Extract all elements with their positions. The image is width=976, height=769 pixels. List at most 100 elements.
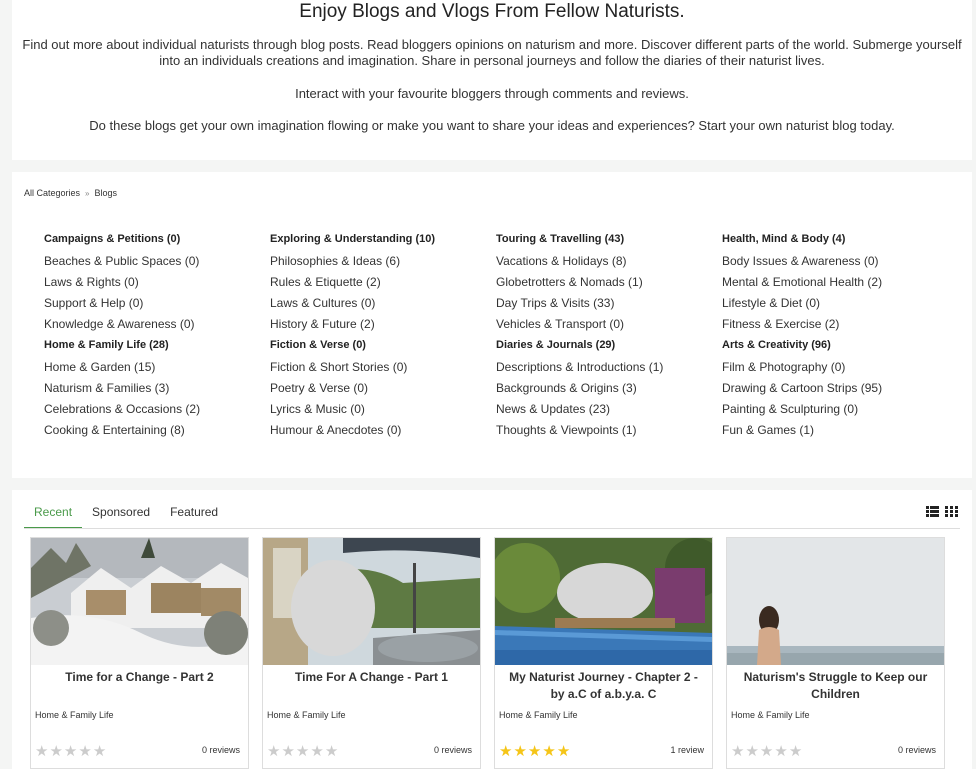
subcategory-link[interactable]: Home & Garden (15) [44,358,264,379]
subcategory-link[interactable]: History & Future (2) [270,315,490,336]
subcategory-link[interactable]: News & Updates (23) [496,400,716,421]
blog-card-title[interactable]: Time for a Change - Part 2 [31,665,248,705]
category-column: Campaigns & Petitions (0) Beaches & Publi… [44,230,264,442]
subcategory-link[interactable]: Backgrounds & Origins (3) [496,379,716,400]
category-heading-link[interactable]: Exploring & Understanding (10) [270,230,490,252]
star-icon: ★ [267,743,282,760]
blog-card-title[interactable]: My Naturist Journey - Chapter 2 - by a.C… [495,665,712,705]
tab-featured[interactable]: Featured [160,498,228,528]
subcategory-link[interactable]: Laws & Rights (0) [44,273,264,294]
list-view-icon[interactable] [926,504,939,522]
review-count[interactable]: 0 reviews [434,745,472,755]
review-count[interactable]: 1 review [670,745,704,755]
subcategory-link[interactable]: Lyrics & Music (0) [270,400,490,421]
subcategory-link[interactable]: Fiction & Short Stories (0) [270,358,490,379]
review-count[interactable]: 0 reviews [202,745,240,755]
subcategory-link[interactable]: Film & Photography (0) [722,358,942,379]
category-heading-link[interactable]: Arts & Creativity (96) [722,336,942,358]
subcategory-link[interactable]: Rules & Etiquette (2) [270,273,490,294]
blog-card-image[interactable] [263,538,480,665]
category-heading-link[interactable]: Campaigns & Petitions (0) [44,230,264,252]
subcategory-link[interactable]: Thoughts & Viewpoints (1) [496,421,716,442]
subcategory-link[interactable]: Descriptions & Introductions (1) [496,358,716,379]
breadcrumb-root-link[interactable]: All Categories [24,188,80,198]
subcategory-link[interactable]: Body Issues & Awareness (0) [722,252,942,273]
intro-paragraph: Find out more about individual naturists… [22,37,962,68]
star-icon: ★ [759,743,775,760]
subcategory-link[interactable]: Knowledge & Awareness (0) [44,315,264,336]
intro-panel: Enjoy Blogs and Vlogs From Fellow Naturi… [12,0,972,160]
blog-card-category[interactable]: Home & Family Life [35,710,114,720]
intro-paragraph: Do these blogs get your own imagination … [89,118,895,133]
blog-card[interactable]: Naturism's Struggle to Keep our Children… [726,537,945,769]
review-count[interactable]: 0 reviews [898,745,936,755]
star-icon: ★ [295,743,311,760]
blog-card-category[interactable]: Home & Family Life [731,710,810,720]
blog-card-category[interactable]: Home & Family Life [499,710,578,720]
star-icon: ★ [556,743,572,760]
subcategory-link[interactable]: Day Trips & Visits (33) [496,294,716,315]
star-icon: ★ [527,743,543,760]
subcategory-link[interactable]: Painting & Sculpturing (0) [722,400,942,421]
rating-stars: ★★★★★ [267,742,339,760]
subcategory-link[interactable]: Globetrotters & Nomads (1) [496,273,716,294]
page-title: Enjoy Blogs and Vlogs From Fellow Naturi… [299,1,685,22]
grid-view-icon[interactable] [945,504,958,522]
blog-card-image[interactable] [31,538,248,665]
category-heading-link[interactable]: Home & Family Life (28) [44,336,264,358]
subcategory-link[interactable]: Support & Help (0) [44,294,264,315]
subcategory-link[interactable]: Fitness & Exercise (2) [722,315,942,336]
star-icon: ★ [281,743,296,760]
subcategory-link[interactable]: Philosophies & Ideas (6) [270,252,490,273]
tab-sponsored[interactable]: Sponsored [82,498,160,528]
rating-stars: ★★★★★ [731,742,803,760]
subcategory-link[interactable]: Celebrations & Occasions (2) [44,400,264,421]
subcategory-link[interactable]: Humour & Anecdotes (0) [270,421,490,442]
subcategory-link[interactable]: Lifestyle & Diet (0) [722,294,942,315]
star-icon: ★ [513,743,528,760]
subcategory-link[interactable]: Vacations & Holidays (8) [496,252,716,273]
blog-card[interactable]: My Naturist Journey - Chapter 2 - by a.C… [494,537,713,769]
subcategory-link[interactable]: Vehicles & Transport (0) [496,315,716,336]
star-icon: ★ [310,743,325,760]
category-heading-link[interactable]: Touring & Travelling (43) [496,230,716,252]
category-column: Health, Mind & Body (4) Body Issues & Awa… [722,230,942,442]
subcategory-link[interactable]: Drawing & Cartoon Strips (95) [722,379,942,400]
intro-paragraph: Interact with your favourite bloggers th… [295,86,689,101]
view-toggle [926,504,958,522]
category-heading-link[interactable]: Health, Mind & Body (4) [722,230,942,252]
categories-panel: All Categories » Blogs Campaigns & Petitio… [12,172,972,478]
tab-recent[interactable]: Recent [24,498,83,528]
category-heading-link[interactable]: Fiction & Verse (0) [270,336,490,358]
blog-card-title[interactable]: Naturism's Struggle to Keep our Children [727,665,944,705]
rating-stars: ★★★★★ [499,742,571,760]
category-column: Exploring & Understanding (10) Philosophi… [270,230,490,442]
blog-card[interactable]: Time For A Change - Part 1 Home & Family… [262,537,481,769]
subcategory-link[interactable]: Beaches & Public Spaces (0) [44,252,264,273]
star-icon: ★ [745,743,760,760]
star-icon: ★ [542,743,557,760]
star-icon: ★ [78,743,93,760]
category-column: Touring & Travelling (43) Vacations & Hol… [496,230,716,442]
star-icon: ★ [35,743,50,760]
star-icon: ★ [499,743,514,760]
blog-card-category[interactable]: Home & Family Life [267,710,346,720]
category-heading-link[interactable]: Diaries & Journals (29) [496,336,716,358]
blog-card-title[interactable]: Time For A Change - Part 1 [263,665,480,705]
blog-card-image[interactable] [495,538,712,665]
listing-tabs: Recent Sponsored Featured [24,498,228,528]
star-icon: ★ [324,743,340,760]
breadcrumb: All Categories » Blogs [24,188,117,198]
subcategory-link[interactable]: Mental & Emotional Health (2) [722,273,942,294]
subcategory-link[interactable]: Laws & Cultures (0) [270,294,490,315]
subcategory-link[interactable]: Fun & Games (1) [722,421,942,442]
subcategory-link[interactable]: Naturism & Families (3) [44,379,264,400]
tab-divider [24,528,960,529]
star-icon: ★ [774,743,789,760]
subcategory-link[interactable]: Cooking & Entertaining (8) [44,421,264,442]
star-icon: ★ [731,743,746,760]
blog-card[interactable]: Time for a Change - Part 2 Home & Family… [30,537,249,769]
blog-card-image[interactable] [727,538,944,665]
star-icon: ★ [63,743,79,760]
subcategory-link[interactable]: Poetry & Verse (0) [270,379,490,400]
